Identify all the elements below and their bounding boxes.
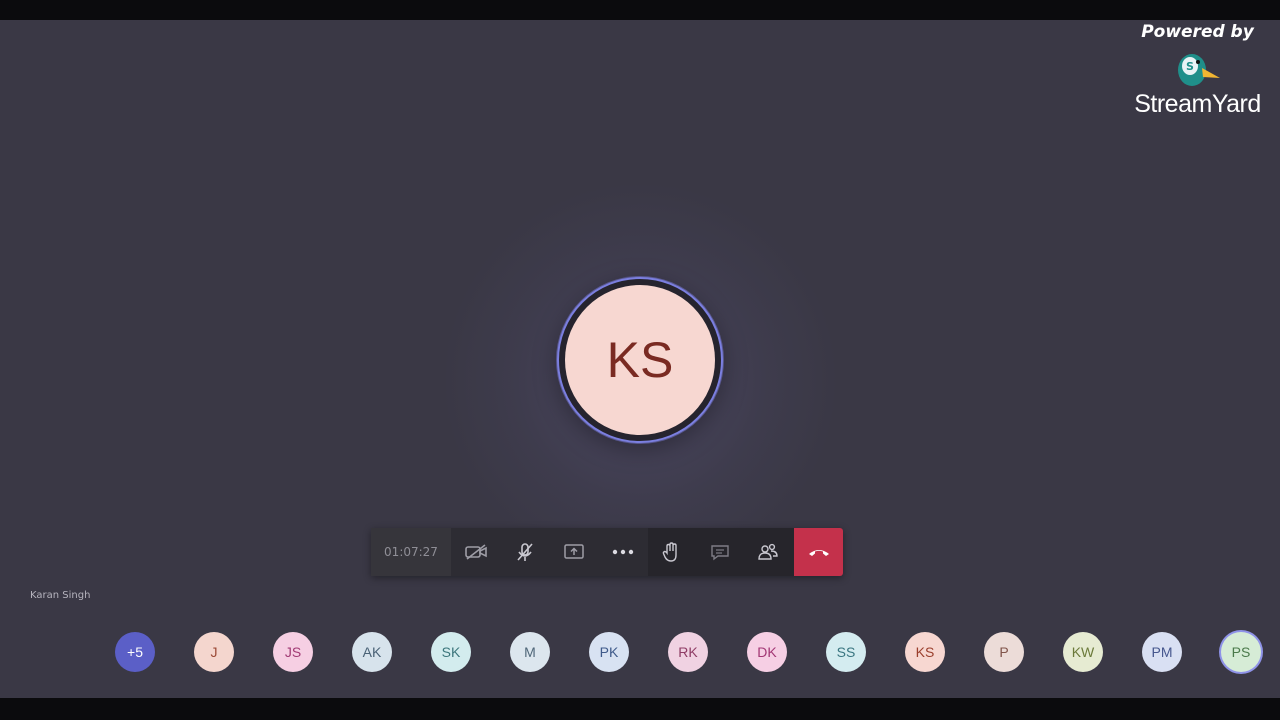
participant-avatar[interactable]: SK <box>431 632 471 672</box>
active-speaker-initials: KS <box>565 285 715 435</box>
call-timer: 01:07:27 <box>371 528 451 576</box>
participant-avatar[interactable]: M <box>510 632 550 672</box>
active-speaker-avatar[interactable]: KS <box>557 277 723 443</box>
participant-avatar[interactable]: JS <box>273 632 313 672</box>
raise-hand-icon <box>662 542 677 562</box>
camera-toggle-button[interactable] <box>452 528 500 576</box>
participant-avatar[interactable]: AK <box>352 632 392 672</box>
powered-by-text: Powered by <box>1141 22 1254 42</box>
participant-avatar[interactable]: PS <box>1221 632 1261 672</box>
participant-avatar[interactable]: KW <box>1063 632 1103 672</box>
participant-avatar[interactable]: PK <box>589 632 629 672</box>
participant-avatar[interactable]: RK <box>668 632 708 672</box>
streamyard-brand-name: StreamYard <box>1134 90 1261 118</box>
participants-button[interactable] <box>744 528 792 576</box>
participant-avatar[interactable]: PM <box>1142 632 1182 672</box>
camera-off-icon <box>465 544 487 560</box>
mic-toggle-button[interactable] <box>501 528 549 576</box>
share-screen-button[interactable] <box>550 528 598 576</box>
participant-avatar[interactable]: SS <box>826 632 866 672</box>
overflow-participants-button[interactable]: +5 <box>115 632 155 672</box>
participant-avatar[interactable]: J <box>194 632 234 672</box>
hang-up-icon <box>808 550 829 556</box>
more-options-button[interactable] <box>599 528 647 576</box>
participant-avatar[interactable]: DK <box>747 632 787 672</box>
hang-up-button[interactable] <box>794 528 843 576</box>
svg-text:S: S <box>1186 60 1194 73</box>
speaker-name-label: Karan Singh <box>30 590 91 601</box>
participants-icon <box>758 543 778 560</box>
mic-off-icon <box>517 543 533 561</box>
chat-button[interactable] <box>696 528 744 576</box>
participant-avatar[interactable]: P <box>984 632 1024 672</box>
call-controls-toolbar: 01:07:27 <box>371 528 843 576</box>
chat-icon <box>711 545 729 561</box>
meeting-stage: Powered by S StreamYard KS 01:07:27 Kara… <box>0 20 1280 698</box>
more-options-icon <box>612 549 634 555</box>
streamyard-duck-logo-icon: S <box>1178 54 1220 86</box>
share-screen-icon <box>564 544 584 559</box>
participant-avatar[interactable]: KS <box>905 632 945 672</box>
raise-hand-button[interactable] <box>647 528 695 576</box>
